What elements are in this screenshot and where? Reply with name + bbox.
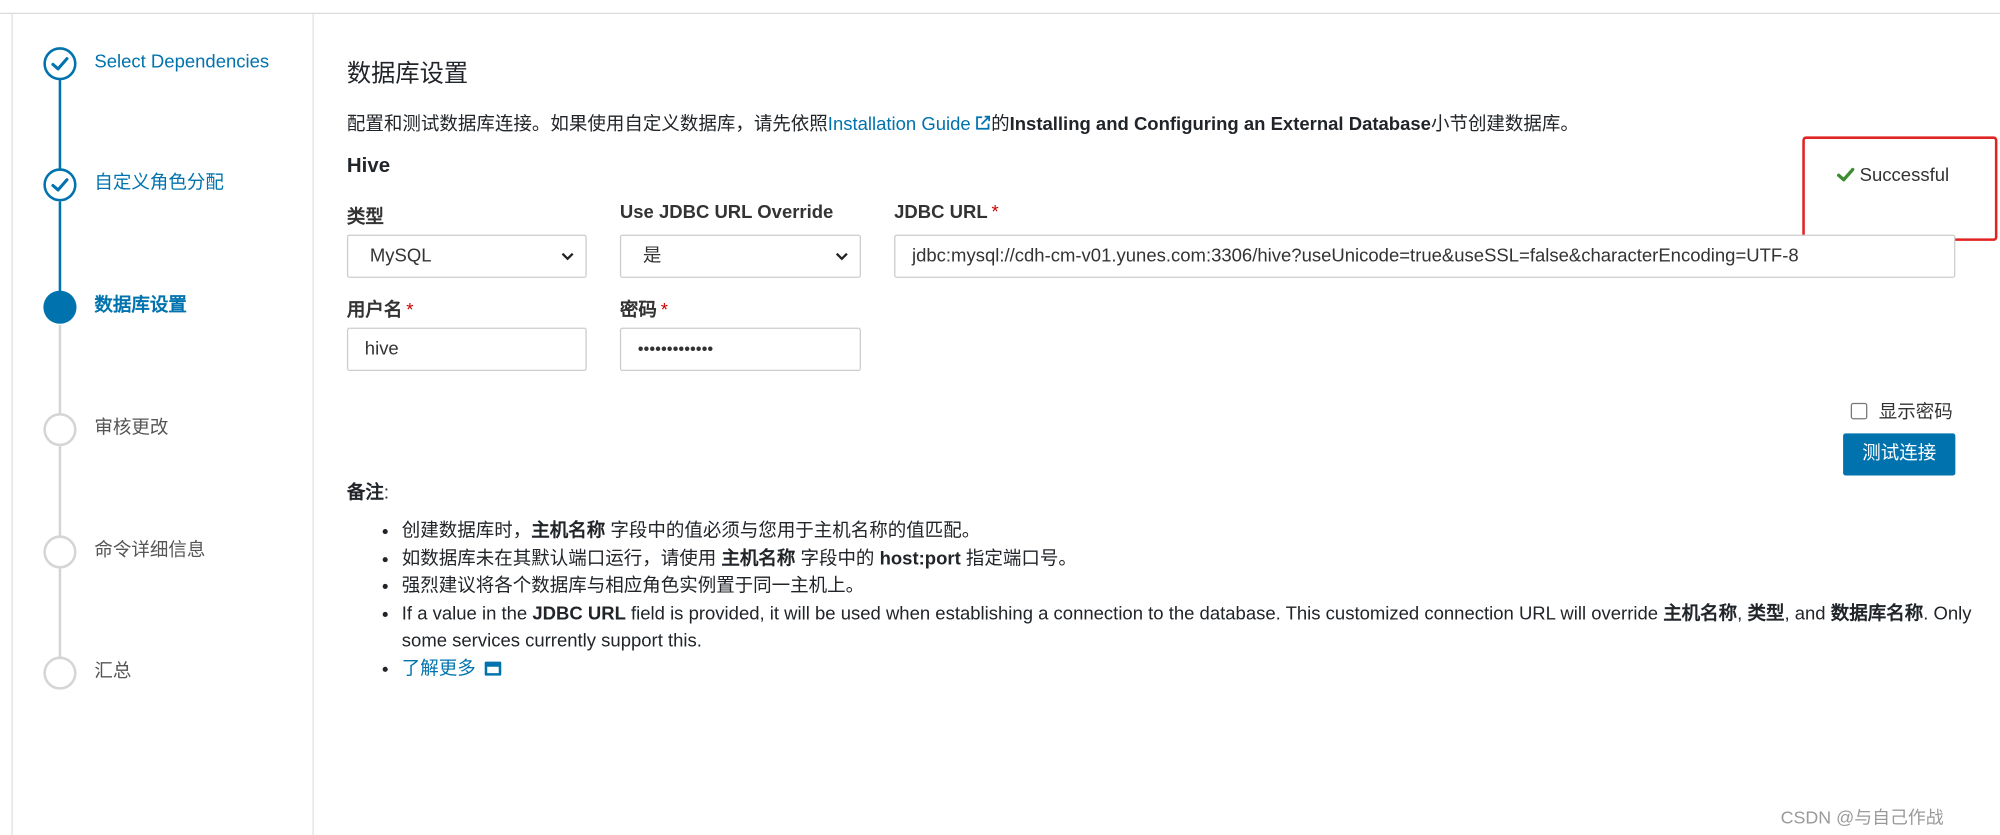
type-label: 类型 xyxy=(347,203,384,230)
top-border xyxy=(0,12,2000,15)
note-bold: 主机名称 xyxy=(721,548,796,570)
note-text: 字段中的 xyxy=(795,548,880,570)
list-item: 了解更多 xyxy=(402,656,2000,683)
intro-suffix: 小节创建数据库。 xyxy=(1430,114,1579,136)
username-label: 用户名 * xyxy=(347,296,414,323)
type-select[interactable]: MySQL xyxy=(346,234,587,278)
password-label-text: 密码 xyxy=(619,300,657,322)
left-border xyxy=(11,12,13,835)
note-text: 强烈建议将各个数据库与相应角色实例置于同一主机上。 xyxy=(401,576,865,597)
test-connection-button[interactable]: 测试连接 xyxy=(1843,433,1956,476)
note-text: , xyxy=(1737,603,1748,625)
note-bold: host:port xyxy=(879,548,961,570)
highlight-box xyxy=(1802,136,1998,241)
show-password-label: 显示密码 xyxy=(1878,402,1953,424)
step-3-label: 数据库设置 xyxy=(94,295,187,317)
required-mark: * xyxy=(991,202,999,224)
jdbc-override-select-value: 是 xyxy=(642,246,662,267)
step-5-label: 命令详细信息 xyxy=(94,540,206,561)
step-5-pending-icon xyxy=(43,535,77,569)
list-item: 创建数据库时，主机名称 字段中的值必须与您用于主机名称的值匹配。 xyxy=(402,519,2000,546)
jdbc-override-label: Use JDBC URL Override xyxy=(620,203,833,223)
section-title-hive: Hive xyxy=(346,155,391,178)
step-1-label[interactable]: Select Dependencies xyxy=(94,50,285,77)
notes-title: 备注: xyxy=(347,478,389,505)
jdbc-url-input[interactable]: jdbc:mysql://cdh-cm-v01.yunes.com:3306/h… xyxy=(894,234,1956,278)
note-text: 如数据库未在其默认端口运行，请使用 xyxy=(401,548,722,570)
installation-guide-link[interactable]: Installation Guide xyxy=(828,115,991,135)
note-bold: JDBC URL xyxy=(532,603,626,625)
show-password-toggle[interactable]: 显示密码 xyxy=(1850,398,1953,425)
sidebar-divider xyxy=(312,12,314,835)
note-bold: 类型 xyxy=(1747,603,1785,625)
note-bold: 数据库名称 xyxy=(1830,603,1924,625)
username-value: hive xyxy=(364,339,399,360)
password-input[interactable]: ••••••••••••• xyxy=(619,327,861,371)
installation-guide-link-text[interactable]: Installation Guide xyxy=(828,115,971,135)
chevron-down-icon xyxy=(835,252,848,261)
step-2-check-icon[interactable] xyxy=(43,168,77,202)
password-label: 密码 * xyxy=(620,296,668,323)
notes-colon: : xyxy=(383,483,390,504)
step-connector xyxy=(58,201,62,294)
step-4-label: 审核更改 xyxy=(94,418,169,439)
jdbc-url-label: JDBC URL * xyxy=(894,203,999,223)
jdbc-url-value: jdbc:mysql://cdh-cm-v01.yunes.com:3306/h… xyxy=(911,246,1799,267)
step-4-pending-icon xyxy=(43,413,77,447)
note-text: 创建数据库时， xyxy=(401,521,532,542)
list-item: If a value in the JDBC URL field is prov… xyxy=(402,601,2000,656)
type-select-value: MySQL xyxy=(369,246,432,267)
step-1-check-icon[interactable] xyxy=(43,47,77,81)
page-title: 数据库设置 xyxy=(346,61,469,88)
jdbc-override-label-text: Use JDBC URL Override xyxy=(619,202,834,224)
notes-title-text: 备注 xyxy=(346,483,384,504)
note-text: 字段中的值必须与您用于主机名称的值匹配。 xyxy=(605,521,981,542)
note-bold: 主机名称 xyxy=(531,521,606,542)
required-mark: * xyxy=(406,300,414,322)
step-3-active-icon xyxy=(43,290,77,324)
show-password-checkbox[interactable] xyxy=(1850,402,1868,420)
external-link-icon[interactable] xyxy=(975,115,992,132)
step-connector xyxy=(58,325,62,415)
note-text: If a value in the xyxy=(401,603,533,625)
list-item: 如数据库未在其默认端口运行，请使用 主机名称 字段中的 host:port 指定… xyxy=(402,546,2000,573)
intro-bold: Installing and Configuring an External D… xyxy=(1009,114,1431,136)
note-text: , and xyxy=(1784,603,1831,625)
username-label-text: 用户名 xyxy=(346,300,403,322)
type-label-text: 类型 xyxy=(346,207,384,229)
learn-more-link[interactable]: 了解更多 xyxy=(402,658,502,679)
wizard-page: Select Dependencies 自定义角色分配 数据库设置 审核更改 命… xyxy=(0,0,2000,835)
list-item: 强烈建议将各个数据库与相应角色实例置于同一主机上。 xyxy=(402,574,2000,601)
note-text: field is provided, it will be used when … xyxy=(625,603,1664,625)
jdbc-override-select[interactable]: 是 xyxy=(619,234,861,278)
window-icon[interactable] xyxy=(484,660,502,676)
watermark: CSDN @与自己作战 xyxy=(1780,806,1944,828)
required-mark: * xyxy=(660,300,668,322)
intro-prefix: 配置和测试数据库连接。如果使用自定义数据库，请先依照 xyxy=(346,114,828,136)
jdbc-url-label-text: JDBC URL xyxy=(894,202,988,224)
password-value: ••••••••••••• xyxy=(637,339,714,359)
step-connector xyxy=(58,79,62,173)
username-input[interactable]: hive xyxy=(346,327,587,371)
step-connector xyxy=(58,446,62,537)
note-text: 指定端口号。 xyxy=(960,548,1077,570)
notes-list: 创建数据库时，主机名称 字段中的值必须与您用于主机名称的值匹配。 如数据库未在其… xyxy=(347,519,2000,683)
intro-text: 配置和测试数据库连接。如果使用自定义数据库，请先依照Installation G… xyxy=(347,110,1579,137)
step-6-pending-icon xyxy=(43,656,77,690)
note-bold: 主机名称 xyxy=(1663,603,1738,625)
step-2-label[interactable]: 自定义角色分配 xyxy=(94,171,223,198)
step-6-label: 汇总 xyxy=(94,661,132,683)
intro-middle: 的 xyxy=(991,114,1010,136)
step-connector xyxy=(58,568,62,658)
learn-more-text[interactable]: 了解更多 xyxy=(402,658,476,678)
chevron-down-icon xyxy=(561,252,574,261)
